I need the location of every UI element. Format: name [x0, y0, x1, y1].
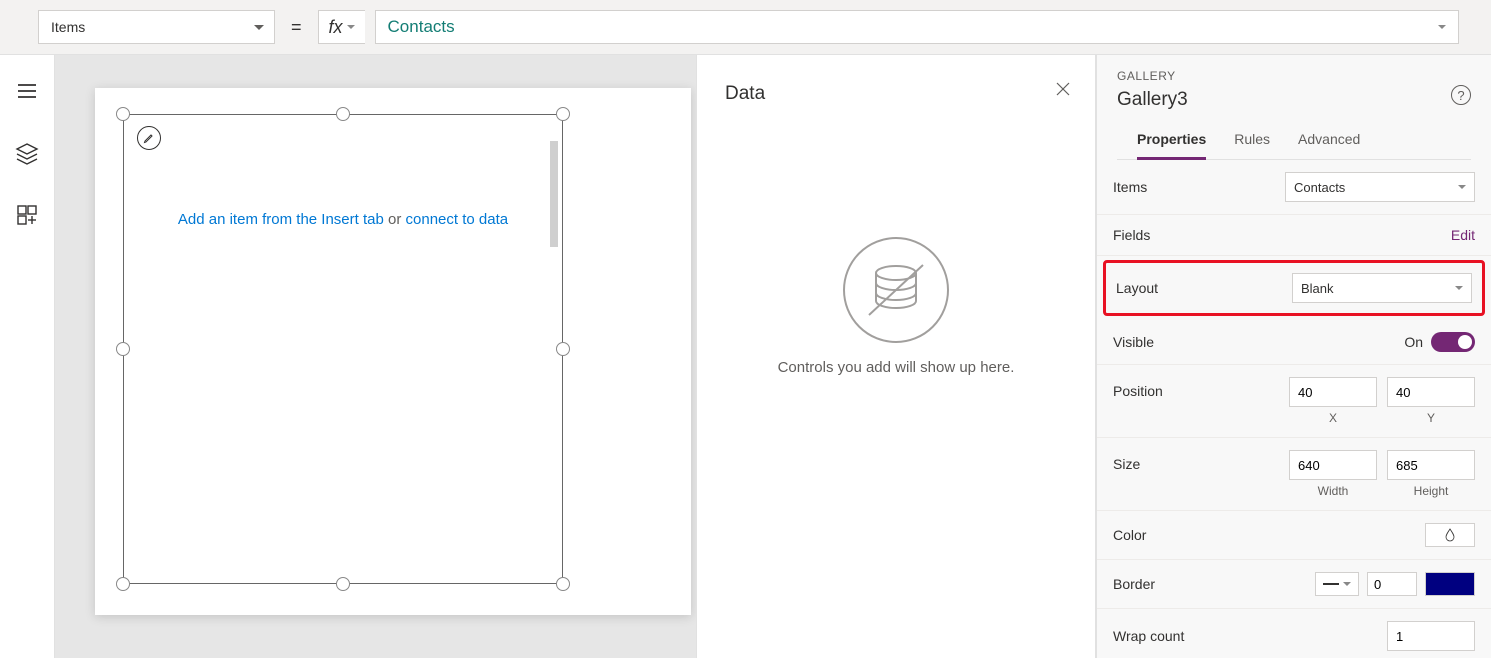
scrollbar-thumb[interactable] [550, 141, 558, 247]
gallery-control[interactable]: Add an item from the Insert tab or conne… [123, 114, 563, 584]
data-panel: Data Controls you add will show up here. [696, 55, 1096, 658]
property-selector-label: Items [51, 19, 85, 35]
no-data-icon [841, 235, 951, 345]
prop-border-label: Border [1113, 576, 1155, 592]
chevron-down-icon [1455, 286, 1463, 290]
visible-state-text: On [1404, 334, 1423, 350]
position-x-input[interactable] [1289, 377, 1377, 407]
prop-border: Border [1097, 560, 1491, 609]
prop-layout: Layout Blank [1103, 260, 1485, 316]
control-name: Gallery3 [1117, 89, 1471, 111]
fx-label: fx [329, 17, 343, 38]
prop-visible: Visible On [1097, 320, 1491, 365]
gallery-empty-pre: Add an item from the Insert tab [178, 211, 388, 228]
prop-items: Items Contacts [1097, 160, 1491, 215]
resize-handle[interactable] [336, 107, 350, 121]
prop-fields: Fields Edit [1097, 215, 1491, 256]
prop-visible-label: Visible [1113, 334, 1154, 350]
position-y-sublabel: Y [1427, 411, 1435, 425]
tab-advanced[interactable]: Advanced [1298, 131, 1360, 159]
resize-handle[interactable] [116, 577, 130, 591]
prop-wrap-count: Wrap count [1097, 609, 1491, 658]
data-panel-message: Controls you add will show up here. [778, 359, 1015, 376]
edit-pen-button[interactable] [137, 126, 161, 150]
fields-edit-link[interactable]: Edit [1451, 227, 1475, 243]
prop-size: Size Width Height [1097, 438, 1491, 511]
prop-wrap-label: Wrap count [1113, 628, 1184, 644]
close-icon [1055, 81, 1071, 97]
resize-handle[interactable] [336, 577, 350, 591]
resize-handle[interactable] [556, 107, 570, 121]
connect-to-data-link[interactable]: connect to data [406, 211, 509, 228]
tab-properties[interactable]: Properties [1137, 131, 1206, 160]
chevron-down-icon [1458, 185, 1466, 189]
position-x-sublabel: X [1329, 411, 1337, 425]
chevron-down-icon [1343, 582, 1351, 586]
components-icon[interactable] [15, 203, 39, 227]
prop-layout-label: Layout [1116, 280, 1158, 296]
chevron-down-icon [1438, 25, 1446, 29]
resize-handle[interactable] [116, 342, 130, 356]
prop-items-label: Items [1113, 179, 1147, 195]
layers-icon[interactable] [15, 141, 39, 165]
hamburger-icon[interactable] [15, 79, 39, 103]
layout-value: Blank [1301, 281, 1334, 296]
prop-color: Color [1097, 511, 1491, 560]
border-color-picker[interactable] [1425, 572, 1475, 596]
chevron-down-icon [347, 25, 355, 29]
close-button[interactable] [1055, 81, 1071, 102]
size-height-input[interactable] [1387, 450, 1475, 480]
border-width-input[interactable] [1367, 572, 1417, 596]
items-value: Contacts [1294, 180, 1345, 195]
resize-handle[interactable] [556, 342, 570, 356]
size-width-input[interactable] [1289, 450, 1377, 480]
equals-sign: = [285, 17, 308, 38]
property-selector[interactable]: Items [38, 10, 275, 44]
position-y-input[interactable] [1387, 377, 1475, 407]
pencil-icon [143, 132, 155, 144]
app-screen: Add an item from the Insert tab or conne… [95, 88, 691, 615]
items-dropdown[interactable]: Contacts [1285, 172, 1475, 202]
gallery-empty-text: Add an item from the Insert tab or conne… [124, 211, 562, 228]
size-width-sublabel: Width [1318, 484, 1349, 498]
left-rail [0, 55, 55, 658]
prop-size-label: Size [1113, 450, 1140, 472]
data-panel-title: Data [725, 83, 1067, 105]
prop-position: Position X Y [1097, 365, 1491, 438]
chevron-down-icon [254, 25, 264, 30]
gallery-empty-or: or [388, 211, 406, 228]
prop-position-label: Position [1113, 377, 1163, 399]
paint-drop-icon [1442, 527, 1458, 543]
properties-panel: GALLERY Gallery3 ? Properties Rules Adva… [1096, 55, 1491, 658]
control-category: GALLERY [1117, 69, 1471, 83]
help-button[interactable]: ? [1451, 85, 1471, 105]
border-style-picker[interactable] [1315, 572, 1359, 596]
size-height-sublabel: Height [1414, 484, 1449, 498]
canvas[interactable]: Add an item from the Insert tab or conne… [55, 55, 696, 658]
formula-input[interactable]: Contacts [375, 10, 1459, 44]
wrap-count-input[interactable] [1387, 621, 1475, 651]
resize-handle[interactable] [556, 577, 570, 591]
layout-dropdown[interactable]: Blank [1292, 273, 1472, 303]
resize-handle[interactable] [116, 107, 130, 121]
fx-button[interactable]: fx [318, 10, 365, 44]
tab-rules[interactable]: Rules [1234, 131, 1270, 159]
visible-toggle[interactable] [1431, 332, 1475, 352]
color-picker[interactable] [1425, 523, 1475, 547]
prop-color-label: Color [1113, 527, 1146, 543]
formula-value: Contacts [388, 17, 455, 37]
prop-fields-label: Fields [1113, 227, 1150, 243]
